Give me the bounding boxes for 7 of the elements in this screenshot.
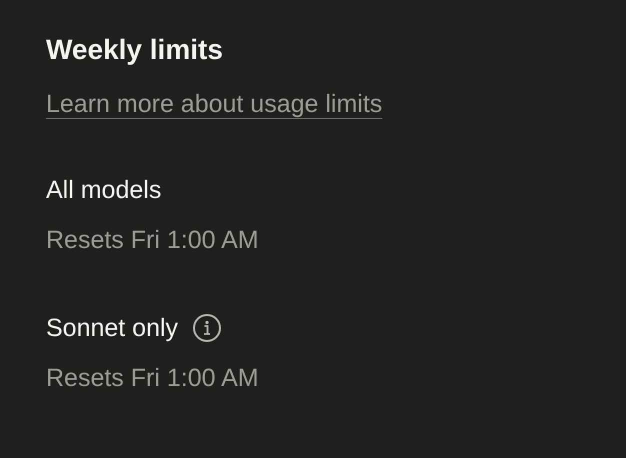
section-title: Weekly limits [46,33,223,67]
reset-time: Resets Fri 1:00 AM [46,363,259,394]
usage-limits-link[interactable]: Learn more about usage limits [46,86,382,122]
limit-label: Sonnet only [46,313,178,344]
info-icon[interactable] [192,313,222,343]
limit-label: All models [46,175,162,206]
reset-time: Resets Fri 1:00 AM [46,225,259,256]
